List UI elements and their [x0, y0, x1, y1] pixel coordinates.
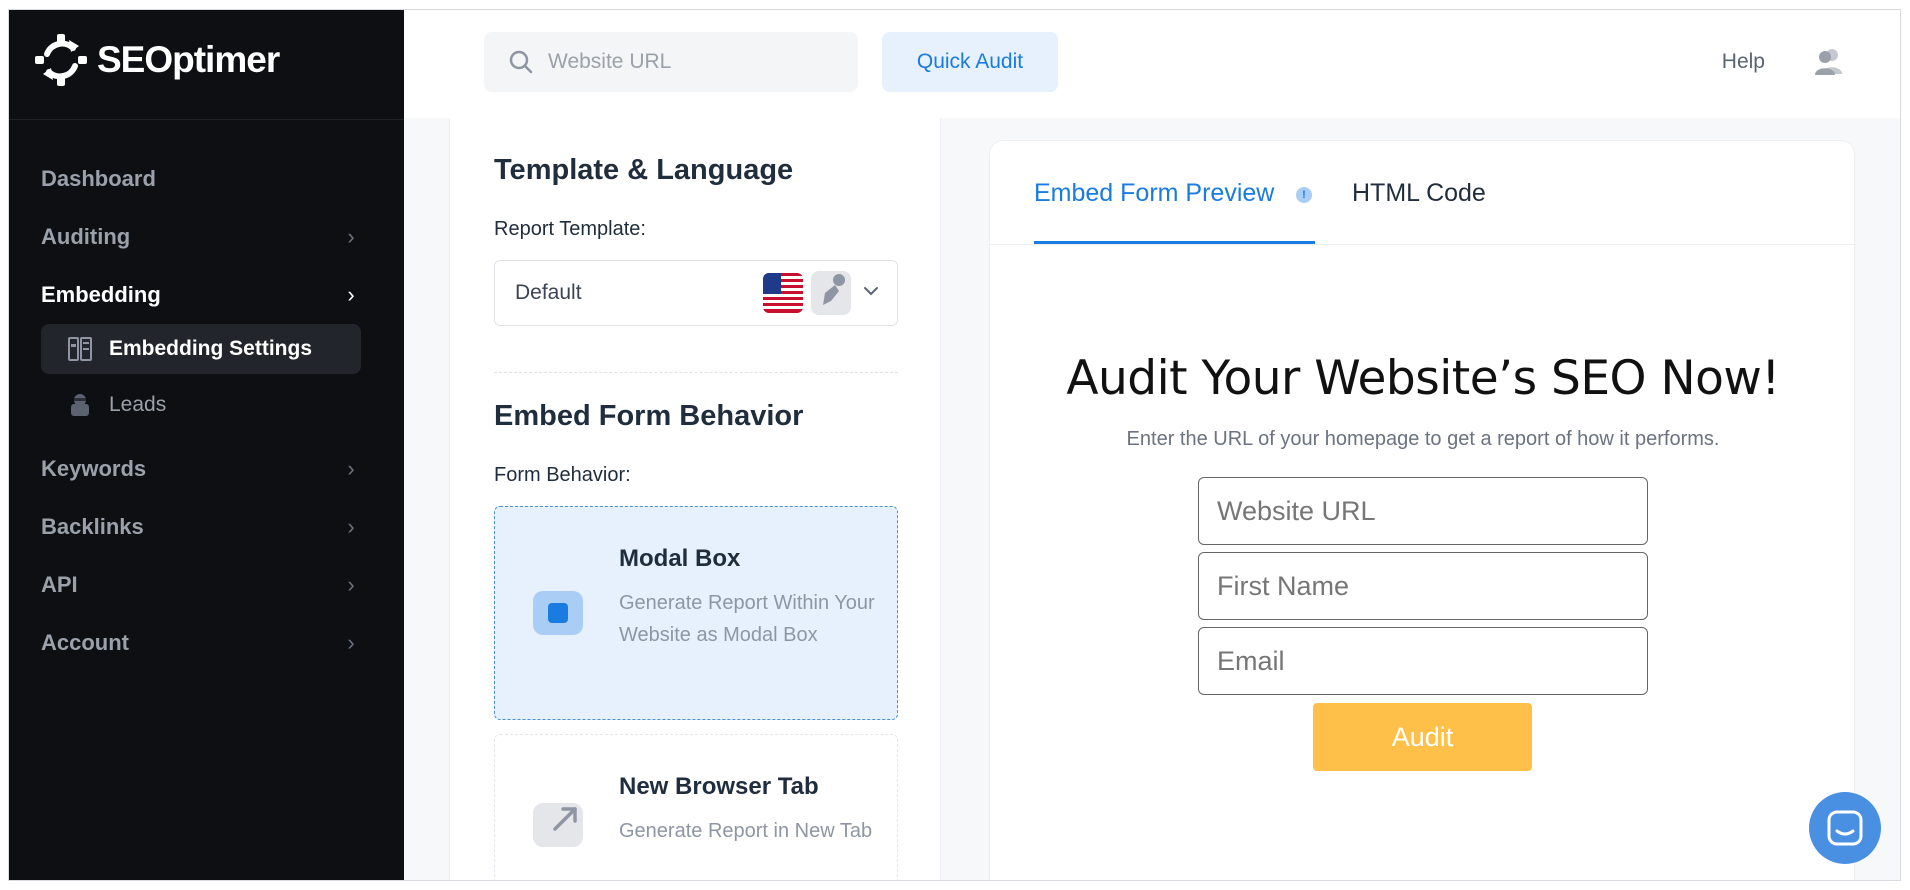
option-description: Generate Report Within Your Website as M… [619, 592, 875, 646]
sidebar-item-label: Keywords [41, 456, 147, 481]
modal-box-icon [533, 591, 583, 635]
chevron-right-icon: › [347, 224, 355, 249]
chat-launcher-button[interactable] [1809, 792, 1881, 864]
sidebar-subitem-embedding-settings[interactable]: Embedding Settings [41, 324, 361, 374]
sidebar-item-account[interactable]: Account › [41, 614, 361, 672]
sidebar-subitem-leads[interactable]: Leads [41, 380, 361, 430]
top-bar: Quick Audit Help [404, 10, 1900, 118]
first-name-field[interactable] [1198, 552, 1648, 620]
chevron-right-icon: › [347, 630, 355, 655]
sidebar-item-label: Embedding [41, 282, 161, 307]
embed-settings-icon [68, 337, 92, 361]
pen-icon [823, 274, 845, 305]
us-flag-icon[interactable] [763, 273, 803, 313]
template-section-title: Template & Language [494, 154, 794, 186]
app-window: SEOptimer Dashboard Auditing › Embedding… [8, 9, 1901, 881]
section-divider [494, 372, 898, 373]
chevron-right-icon: › [347, 572, 355, 597]
help-link[interactable]: Help [1722, 50, 1765, 74]
sidebar-divider [9, 119, 404, 120]
chat-icon [1827, 810, 1863, 846]
active-tab-indicator [1034, 241, 1315, 244]
website-url-field[interactable] [1198, 477, 1648, 545]
report-template-label: Report Template: [494, 218, 646, 240]
form-behavior-label: Form Behavior: [494, 464, 631, 486]
gear-logo-icon [35, 34, 87, 86]
sidebar-item-keywords[interactable]: Keywords › [41, 440, 361, 498]
email-field[interactable] [1198, 627, 1648, 695]
sidebar-item-label: Dashboard [41, 166, 156, 191]
option-description: Generate Report in New Tab [619, 820, 873, 842]
search-input[interactable] [548, 50, 808, 74]
brand-name: SEOptimer [97, 39, 280, 80]
form-title: Audit Your Website’s SEO Now! [1066, 351, 1780, 406]
external-link-icon [533, 803, 583, 847]
report-template-select[interactable]: Default [494, 260, 898, 326]
embedding-subnav: Embedding Settings Leads [41, 324, 361, 430]
sidebar-item-dashboard[interactable]: Dashboard [41, 150, 361, 208]
search-box [484, 32, 858, 92]
leads-icon [71, 394, 89, 416]
preview-tabs: Embed Form Preview ! HTML Code [990, 141, 1856, 245]
sidebar-nav: Dashboard Auditing › Embedding › Embeddi… [41, 150, 361, 672]
option-title: Modal Box [619, 545, 741, 572]
chevron-right-icon: › [347, 282, 355, 307]
audit-button[interactable]: Audit [1313, 703, 1532, 771]
option-title: New Browser Tab [619, 773, 819, 800]
chevron-right-icon: › [347, 514, 355, 539]
report-template-value: Default [515, 281, 582, 304]
sidebar-item-label: Account [41, 630, 129, 655]
sidebar-subitem-label: Embedding Settings [109, 337, 313, 360]
sidebar-item-embedding[interactable]: Embedding › [41, 266, 361, 324]
info-icon[interactable]: ! [1296, 187, 1312, 203]
search-icon [509, 50, 533, 74]
user-icon[interactable] [1814, 46, 1844, 76]
edit-template-button[interactable] [811, 271, 851, 315]
form-subtitle: Enter the URL of your homepage to get a … [1126, 428, 1720, 450]
sidebar-item-label: Backlinks [41, 514, 144, 539]
brand-logo[interactable]: SEOptimer [33, 30, 280, 90]
preview-panel: Embed Form Preview ! HTML Code Audit You… [989, 140, 1856, 880]
sidebar-item-label: API [41, 572, 78, 597]
option-new-browser-tab[interactable]: New Browser Tab Generate Report in New T… [494, 734, 898, 880]
settings-panel: Template & Language Report Template: Def… [449, 118, 941, 880]
tab-html-code[interactable]: HTML Code [1352, 179, 1486, 208]
behavior-section-title: Embed Form Behavior [494, 400, 804, 432]
sidebar-item-api[interactable]: API › [41, 556, 361, 614]
sidebar-item-auditing[interactable]: Auditing › [41, 208, 361, 266]
option-modal-box[interactable]: Modal Box Generate Report Within Your We… [494, 506, 898, 720]
tab-embed-form-preview[interactable]: Embed Form Preview [1034, 179, 1274, 208]
chevron-right-icon: › [347, 456, 355, 481]
quick-audit-button[interactable]: Quick Audit [882, 32, 1058, 92]
sidebar: SEOptimer Dashboard Auditing › Embedding… [9, 10, 404, 880]
sidebar-item-backlinks[interactable]: Backlinks › [41, 498, 361, 556]
sidebar-subitem-label: Leads [109, 393, 167, 416]
sidebar-item-label: Auditing [41, 224, 131, 249]
chevron-down-icon[interactable] [859, 279, 883, 303]
